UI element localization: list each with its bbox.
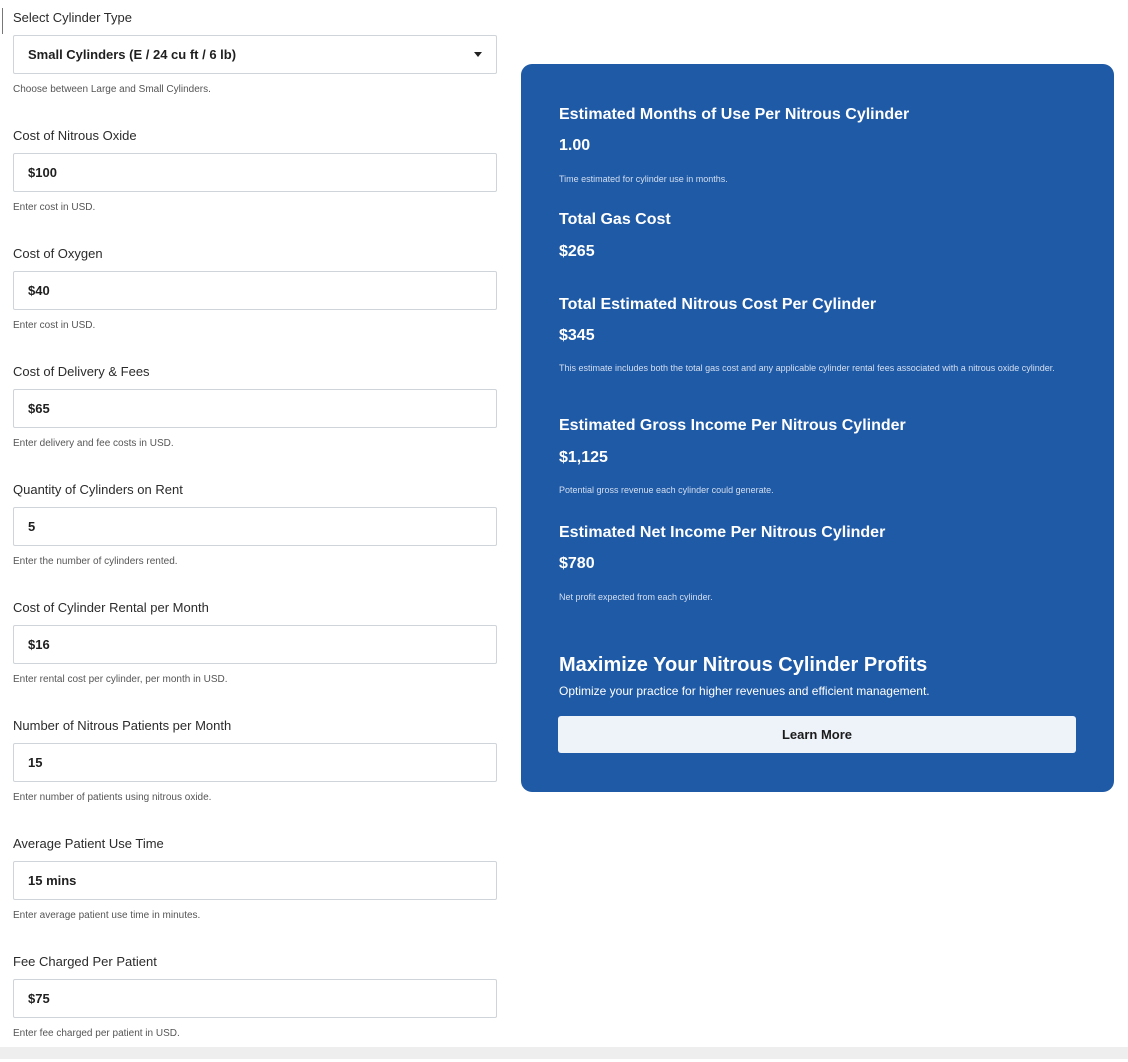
chevron-down-icon xyxy=(474,52,482,57)
field-help: Enter average patient use time in minute… xyxy=(13,910,201,921)
field-cylinder-quantity: Quantity of Cylinders on Rent 5 Enter th… xyxy=(13,472,497,590)
field-help: Enter rental cost per cylinder, per mont… xyxy=(13,674,228,685)
nitrous-cost-note: This estimate includes both the total ga… xyxy=(559,363,1055,373)
patients-per-month-input[interactable]: 15 xyxy=(13,743,497,782)
net-income-note: Net profit expected from each cylinder. xyxy=(559,592,713,602)
field-nitrous-cost: Cost of Nitrous Oxide $100 Enter cost in… xyxy=(13,118,497,236)
field-help: Enter number of patients using nitrous o… xyxy=(13,792,212,803)
results-card: Estimated Months of Use Per Nitrous Cyli… xyxy=(521,64,1114,792)
patient-fee-input[interactable]: $75 xyxy=(13,979,497,1018)
promo-title: Maximize Your Nitrous Cylinder Profits xyxy=(559,654,928,676)
field-help: Enter fee charged per patient in USD. xyxy=(13,1028,180,1039)
field-label: Number of Nitrous Patients per Month xyxy=(13,718,232,733)
cylinder-quantity-input[interactable]: 5 xyxy=(13,507,497,546)
gas-cost-title: Total Gas Cost xyxy=(559,211,671,228)
field-label: Cost of Nitrous Oxide xyxy=(13,128,137,143)
field-help: Enter cost in USD. xyxy=(13,202,96,213)
months-title: Estimated Months of Use Per Nitrous Cyli… xyxy=(559,106,910,123)
rental-cost-input[interactable]: $16 xyxy=(13,625,497,664)
field-label: Select Cylinder Type xyxy=(13,10,132,25)
field-help: Enter the number of cylinders rented. xyxy=(13,556,178,567)
learn-more-button[interactable]: Learn More xyxy=(558,716,1076,753)
field-help: Enter delivery and fee costs in USD. xyxy=(13,438,174,449)
delivery-fees-input[interactable]: $65 xyxy=(13,389,497,428)
bottom-strip xyxy=(0,1047,1128,1059)
field-use-time: Average Patient Use Time 15 mins Enter a… xyxy=(13,826,497,944)
field-label: Quantity of Cylinders on Rent xyxy=(13,482,183,497)
field-rental-cost: Cost of Cylinder Rental per Month $16 En… xyxy=(13,590,497,708)
field-label: Average Patient Use Time xyxy=(13,836,164,851)
calculator-form: Select Cylinder Type Small Cylinders (E … xyxy=(13,0,497,1062)
months-value: 1.00 xyxy=(559,137,591,154)
net-income-value: $780 xyxy=(559,555,595,572)
promo-text: Optimize your practice for higher revenu… xyxy=(559,684,930,698)
gross-income-value: $1,125 xyxy=(559,449,608,466)
cylinder-type-select[interactable]: Small Cylinders (E / 24 cu ft / 6 lb) xyxy=(13,35,497,74)
nitrous-cost-value: $345 xyxy=(559,327,595,344)
use-time-input[interactable]: 15 mins xyxy=(13,861,497,900)
months-note: Time estimated for cylinder use in month… xyxy=(559,174,728,184)
field-label: Fee Charged Per Patient xyxy=(13,954,157,969)
field-label: Cost of Delivery & Fees xyxy=(13,364,150,379)
gross-income-note: Potential gross revenue each cylinder co… xyxy=(559,485,774,495)
page-edge-marker xyxy=(2,8,5,34)
oxygen-cost-input[interactable]: $40 xyxy=(13,271,497,310)
select-value: Small Cylinders (E / 24 cu ft / 6 lb) xyxy=(28,47,237,62)
field-cylinder-type: Select Cylinder Type Small Cylinders (E … xyxy=(13,0,497,118)
field-help: Enter cost in USD. xyxy=(13,320,96,331)
gas-cost-value: $265 xyxy=(559,243,595,260)
field-patients-per-month: Number of Nitrous Patients per Month 15 … xyxy=(13,708,497,826)
field-label: Cost of Oxygen xyxy=(13,246,103,261)
field-delivery-fees: Cost of Delivery & Fees $65 Enter delive… xyxy=(13,354,497,472)
nitrous-cost-input[interactable]: $100 xyxy=(13,153,497,192)
field-oxygen-cost: Cost of Oxygen $40 Enter cost in USD. xyxy=(13,236,497,354)
gross-income-title: Estimated Gross Income Per Nitrous Cylin… xyxy=(559,417,906,434)
nitrous-cost-title: Total Estimated Nitrous Cost Per Cylinde… xyxy=(559,296,877,313)
field-help: Choose between Large and Small Cylinders… xyxy=(13,84,211,95)
field-patient-fee: Fee Charged Per Patient $75 Enter fee ch… xyxy=(13,944,497,1062)
field-label: Cost of Cylinder Rental per Month xyxy=(13,600,209,615)
net-income-title: Estimated Net Income Per Nitrous Cylinde… xyxy=(559,524,886,541)
